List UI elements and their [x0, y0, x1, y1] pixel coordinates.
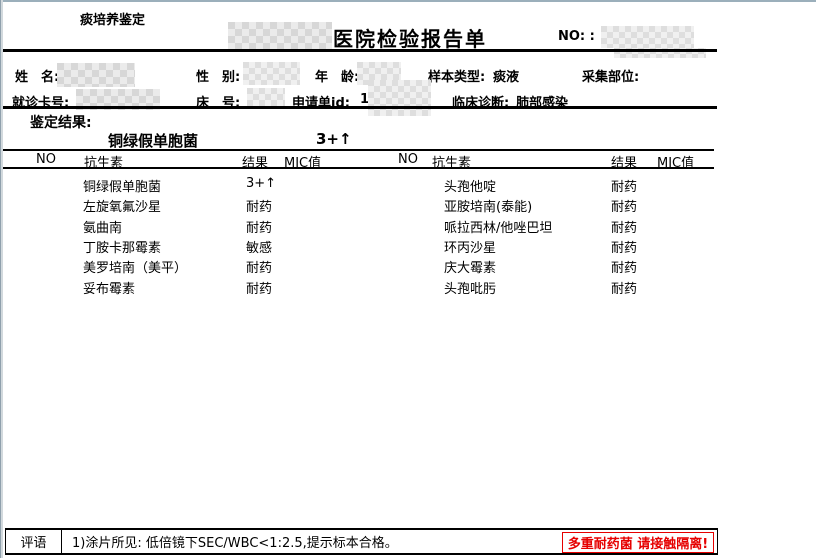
lab-report-window: { "header": { "report_type": "痰培养鉴定", "t…	[0, 0, 816, 558]
report-no-label: NO: :	[558, 29, 595, 44]
table-row-result: 耐药	[611, 176, 637, 195]
table-row: 庆大霉素	[444, 257, 496, 276]
table-row-result: 敏感	[246, 237, 272, 256]
organism-name: 铜绿假单胞菌	[108, 130, 198, 151]
window-border-top	[0, 0, 816, 2]
table-row-result: 耐药	[246, 217, 272, 236]
table-row: 环丙沙星	[444, 237, 496, 256]
mdr-alert-badge: 多重耐药菌 请接触隔离!	[562, 532, 714, 553]
table-row: 妥布霉素	[83, 278, 135, 297]
table-row-result: 耐药	[611, 196, 637, 215]
title-divider-line	[3, 49, 717, 52]
table-row-result: 耐药	[246, 257, 272, 276]
collection-site-label: 采集部位:	[582, 66, 639, 85]
redacted-gender	[243, 62, 300, 85]
sample-type-label: 样本类型:	[428, 66, 485, 85]
table-row: 左旋氧氟沙星	[83, 196, 161, 215]
table-header-top-line	[3, 149, 714, 151]
redacted-request-id	[368, 80, 431, 116]
table-row: 亚胺培南(泰能)	[444, 196, 532, 215]
table-row-result: 耐药	[611, 217, 637, 236]
result-section-heading: 鉴定结果:	[30, 112, 92, 132]
name-label: 姓 名:	[15, 66, 59, 85]
window-border-left	[0, 0, 3, 558]
redacted-bed-no	[247, 88, 285, 106]
redacted-report-no	[601, 26, 694, 48]
organism-result: 3+↑	[316, 130, 352, 148]
comment-label: 评语	[6, 530, 62, 553]
redacted-hospital-name	[228, 22, 332, 49]
table-row-result: 耐药	[611, 257, 637, 276]
table-row: 氨曲南	[83, 217, 122, 236]
table-row-result: 耐药	[611, 237, 637, 256]
report-type-label: 痰培养鉴定	[80, 9, 145, 28]
table-row-result: 耐药	[246, 278, 272, 297]
redacted-name	[57, 63, 135, 87]
table-row: 丁胺卡那霉素	[83, 237, 161, 256]
table-row: 铜绿假单胞菌	[83, 176, 161, 195]
table-row: 头孢吡肟	[444, 278, 496, 297]
age-label: 年 龄:	[315, 66, 359, 85]
table-header-bottom-line	[3, 167, 714, 169]
table-row-result: 耐药	[246, 196, 272, 215]
table-row: 哌拉西林/他唑巴坦	[444, 217, 552, 236]
table-row-result: 耐药	[611, 278, 637, 297]
sample-type-value: 痰液	[493, 66, 519, 85]
col-header-no-right: NO	[398, 152, 418, 167]
col-header-no-left: NO	[36, 152, 56, 167]
info-divider-line	[3, 106, 717, 109]
table-row: 头孢他啶	[444, 176, 496, 195]
gender-label: 性 别:	[196, 66, 240, 85]
table-row: 美罗培南（美平）	[83, 257, 187, 276]
table-row-result: 3+↑	[246, 176, 276, 191]
report-title: 医院检验报告单	[333, 23, 487, 52]
